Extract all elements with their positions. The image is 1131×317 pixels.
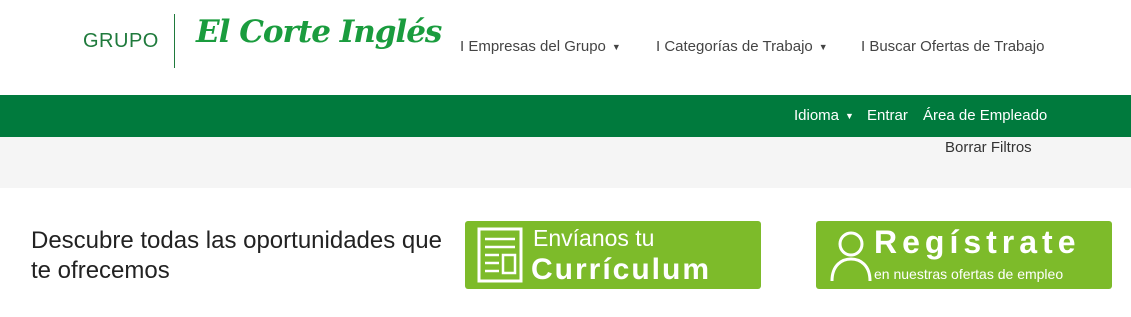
nav-label: I Categorías de Trabajo	[656, 38, 813, 55]
nav-empresas-del-grupo[interactable]: I Empresas del Grupo ▼	[460, 38, 621, 55]
nav-label: I Buscar Ofertas de Trabajo	[861, 38, 1045, 55]
clear-filters-link[interactable]: Borrar Filtros	[945, 139, 1032, 156]
register-banner-line1: Regístrate	[874, 224, 1081, 260]
send-cv-banner[interactable]: Envíanos tu Currículum	[465, 221, 761, 289]
nav-categorias-de-trabajo[interactable]: I Categorías de Trabajo ▼	[656, 38, 828, 55]
logo-grupo-text[interactable]: GRUPO	[83, 30, 159, 53]
nav-buscar-ofertas[interactable]: I Buscar Ofertas de Trabajo	[861, 38, 1044, 55]
user-icon	[830, 231, 872, 282]
language-label: Idioma	[794, 107, 840, 124]
cv-banner-line2: Currículum	[531, 253, 712, 286]
logo-brand[interactable]: El Corte Inglés	[196, 14, 442, 50]
chevron-down-icon: ▼	[611, 41, 621, 52]
page-headline: Descubre todas las oportunidades que te …	[31, 227, 442, 284]
register-banner[interactable]: Regístrate en nuestras ofertas de empleo	[816, 221, 1112, 289]
utility-bar: Idioma ▼ Entrar Área de Empleado	[0, 95, 1131, 137]
document-icon	[477, 227, 523, 283]
logo-divider	[174, 14, 175, 68]
language-dropdown[interactable]: Idioma ▼	[794, 107, 854, 124]
nav-label: I Empresas del Grupo	[460, 38, 606, 55]
chevron-down-icon: ▼	[818, 41, 828, 52]
employee-area-link[interactable]: Área de Empleado	[923, 107, 1047, 124]
filter-strip: Borrar Filtros	[0, 137, 1131, 188]
cv-banner-line1: Envíanos tu	[533, 225, 655, 251]
chevron-down-icon: ▼	[845, 110, 854, 121]
login-link[interactable]: Entrar	[867, 107, 908, 124]
site-header: GRUPO El Corte Inglés I Empresas del Gru…	[0, 0, 1131, 95]
register-banner-line2: en nuestras ofertas de empleo	[874, 266, 1064, 282]
